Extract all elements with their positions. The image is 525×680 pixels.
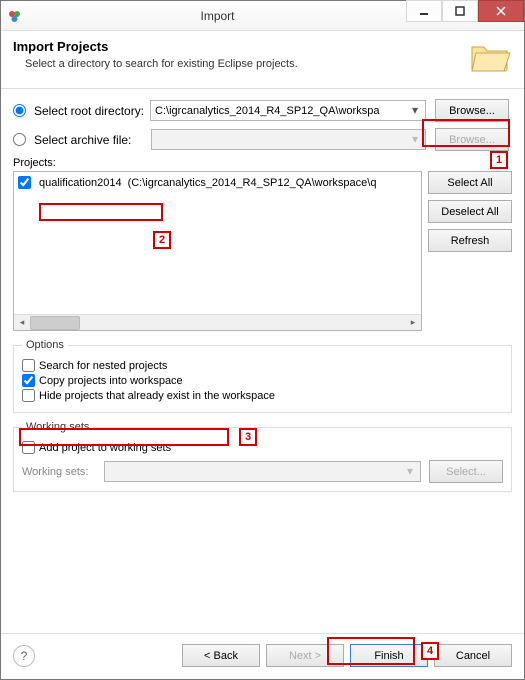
window-title: Import: [29, 9, 406, 23]
content-area: Select root directory: ▾ Browse... Selec…: [1, 89, 524, 492]
callout-num-3: 3: [239, 428, 257, 446]
app-icon: [7, 8, 23, 24]
archive-radio[interactable]: [13, 133, 26, 146]
callout-num-2: 2: [153, 231, 171, 249]
archive-combo: ▾: [151, 129, 426, 150]
root-dir-input[interactable]: [150, 100, 426, 121]
copy-checkbox[interactable]: [22, 374, 35, 387]
root-dir-combo[interactable]: ▾: [150, 100, 426, 121]
archive-input: [151, 129, 426, 150]
project-name: qualification2014: [39, 177, 122, 189]
add-ws-checkbox[interactable]: [22, 441, 35, 454]
nested-label: Search for nested projects: [39, 360, 167, 372]
folder-open-icon: [468, 37, 512, 78]
deselect-all-button[interactable]: Deselect All: [428, 200, 512, 223]
projects-button-stack: Select All Deselect All Refresh: [428, 171, 512, 331]
chevron-down-icon[interactable]: ▾: [412, 103, 424, 117]
ws-combo: ▾: [104, 461, 421, 482]
page-title: Import Projects: [13, 39, 512, 54]
wizard-header: Import Projects Select a directory to se…: [1, 31, 524, 89]
minimize-button[interactable]: [406, 0, 442, 22]
copy-label: Copy projects into workspace: [39, 375, 183, 387]
options-group: Options Search for nested projects Copy …: [13, 339, 512, 413]
wizard-footer: ? < Back Next > Finish Cancel: [1, 633, 524, 679]
titlebar: Import: [1, 1, 524, 31]
options-legend: Options: [22, 339, 68, 351]
root-dir-row: Select root directory: ▾ Browse...: [13, 99, 512, 122]
ws-input: [104, 461, 421, 482]
close-button[interactable]: [478, 0, 524, 22]
nested-checkbox[interactable]: [22, 359, 35, 372]
scroll-thumb[interactable]: [30, 316, 80, 330]
project-path: (C:\igrcanalytics_2014_R4_SP12_QA\worksp…: [128, 177, 377, 189]
next-button: Next >: [266, 644, 344, 667]
working-sets-group: Working sets Add project to working sets…: [13, 421, 512, 492]
chevron-down-icon: ▾: [407, 464, 419, 478]
archive-row: Select archive file: ▾ Browse...: [13, 128, 512, 151]
projects-listbox[interactable]: qualification2014 (C:\igrcanalytics_2014…: [13, 171, 422, 331]
help-icon[interactable]: ?: [13, 645, 35, 667]
project-checkbox[interactable]: [18, 176, 31, 189]
scrollbar-horizontal[interactable]: ◂ ▸: [14, 314, 421, 330]
list-item[interactable]: qualification2014 (C:\igrcanalytics_2014…: [18, 176, 417, 189]
browse-archive-button: Browse...: [435, 128, 509, 151]
root-dir-label-text: Select root directory:: [34, 104, 144, 118]
root-dir-radio-label[interactable]: Select root directory:: [13, 104, 144, 118]
add-ws-label: Add project to working sets: [39, 442, 171, 454]
archive-radio-label[interactable]: Select archive file:: [13, 133, 131, 147]
maximize-button[interactable]: [442, 0, 478, 22]
select-all-button[interactable]: Select All: [428, 171, 512, 194]
hide-label: Hide projects that already exist in the …: [39, 390, 275, 402]
hide-checkbox[interactable]: [22, 389, 35, 402]
browse-root-button[interactable]: Browse...: [435, 99, 509, 122]
working-sets-legend: Working sets: [22, 421, 93, 433]
projects-area: qualification2014 (C:\igrcanalytics_2014…: [13, 171, 512, 331]
archive-label-text: Select archive file:: [34, 133, 131, 147]
page-subtitle: Select a directory to search for existin…: [25, 58, 512, 70]
back-button[interactable]: < Back: [182, 644, 260, 667]
refresh-button[interactable]: Refresh: [428, 229, 512, 252]
ws-label: Working sets:: [22, 466, 96, 478]
finish-button[interactable]: Finish: [350, 644, 428, 667]
root-dir-radio[interactable]: [13, 104, 26, 117]
scroll-right-icon[interactable]: ▸: [405, 315, 421, 331]
cancel-button[interactable]: Cancel: [434, 644, 512, 667]
window-controls: [406, 1, 524, 30]
chevron-down-icon: ▾: [412, 132, 424, 146]
scroll-left-icon[interactable]: ◂: [14, 315, 30, 331]
projects-label: Projects:: [13, 157, 512, 169]
ws-select-button: Select...: [429, 460, 503, 483]
callout-num-1: 1: [490, 151, 508, 169]
callout-num-4: 4: [421, 642, 439, 660]
